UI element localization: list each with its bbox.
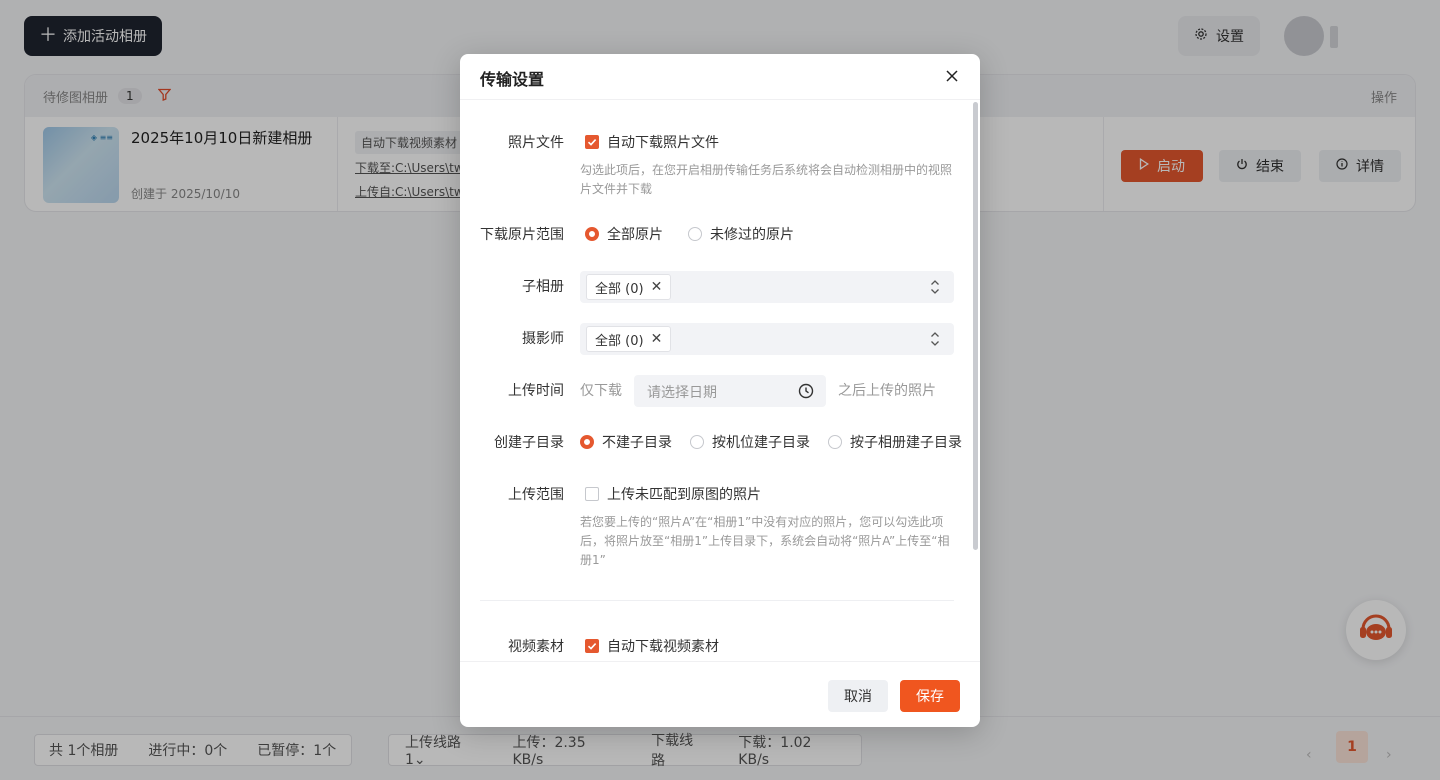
close-icon[interactable]: ✕: [651, 331, 663, 347]
photo-file-hint: 勾选此项后，在您开启相册传输任务后系统将会自动检测相册中的视照片文件并下载: [580, 163, 953, 196]
dialog-footer: 取消 保存: [460, 661, 980, 727]
upload-time-label: 上传时间: [508, 383, 564, 399]
subdir-by-camera-label[interactable]: 按机位建子目录: [712, 432, 810, 452]
download-range-all-radio[interactable]: [585, 227, 599, 241]
video-checkbox-label[interactable]: 自动下载视频素材: [607, 636, 719, 656]
close-icon[interactable]: ✕: [651, 279, 663, 295]
sub-album-chip-label: 全部 (0): [595, 281, 644, 297]
upload-date-input[interactable]: 请选择日期: [634, 375, 826, 407]
download-range-unedited-radio[interactable]: [688, 227, 702, 241]
upload-time-prefix: 仅下载: [580, 383, 622, 399]
upload-range-checkbox-label[interactable]: 上传未匹配到原图的照片: [607, 484, 761, 504]
close-icon[interactable]: [942, 66, 962, 86]
transfer-settings-dialog: 传输设置 照片文件 自动下载照片文件 勾选此项后，在您开启相册传输任务后系统将会…: [460, 54, 980, 727]
updown-icon: [930, 330, 940, 352]
photographer-select[interactable]: 全部 (0) ✕: [580, 323, 954, 355]
photo-file-checkbox[interactable]: [585, 135, 599, 149]
subdir-none-radio[interactable]: [580, 435, 594, 449]
sub-album-select[interactable]: 全部 (0) ✕: [580, 271, 954, 303]
download-range-label: 下载原片范围: [480, 227, 564, 243]
upload-range-hint: 若您要上传的“照片A”在“相册1”中没有对应的照片，您可以勾选此项后，将照片放至…: [580, 515, 950, 567]
download-range-unedited-label[interactable]: 未修过的原片: [710, 224, 794, 244]
dialog-header: 传输设置: [460, 54, 980, 100]
subdir-none-label[interactable]: 不建子目录: [602, 432, 672, 452]
clock-icon: [798, 383, 814, 403]
photographer-label: 摄影师: [522, 331, 564, 347]
create-subdir-label: 创建子目录: [494, 435, 564, 451]
sub-album-label: 子相册: [522, 279, 564, 295]
download-range-all-label[interactable]: 全部原片: [607, 224, 663, 244]
upload-range-checkbox[interactable]: [585, 487, 599, 501]
save-button[interactable]: 保存: [900, 680, 960, 712]
updown-icon: [930, 278, 940, 300]
dialog-scrollbar[interactable]: [973, 102, 978, 550]
cancel-button[interactable]: 取消: [828, 680, 888, 712]
dialog-title: 传输设置: [480, 70, 545, 89]
photographer-chip: 全部 (0) ✕: [586, 326, 672, 352]
upload-time-suffix: 之后上传的照片: [838, 383, 936, 399]
photographer-chip-label: 全部 (0): [595, 333, 644, 349]
upload-range-label: 上传范围: [508, 487, 564, 503]
section-divider: [480, 600, 954, 601]
sub-album-chip: 全部 (0) ✕: [586, 274, 672, 300]
subdir-by-camera-radio[interactable]: [690, 435, 704, 449]
video-checkbox[interactable]: [585, 639, 599, 653]
subdir-by-subalbum-radio[interactable]: [828, 435, 842, 449]
photo-file-checkbox-label[interactable]: 自动下载照片文件: [607, 132, 719, 152]
subdir-by-subalbum-label[interactable]: 按子相册建子目录: [850, 432, 962, 452]
dialog-body: 照片文件 自动下载照片文件 勾选此项后，在您开启相册传输任务后系统将会自动检测相…: [460, 101, 980, 661]
video-label: 视频素材: [508, 639, 564, 655]
photo-file-label: 照片文件: [508, 135, 564, 151]
upload-date-placeholder: 请选择日期: [647, 385, 717, 401]
